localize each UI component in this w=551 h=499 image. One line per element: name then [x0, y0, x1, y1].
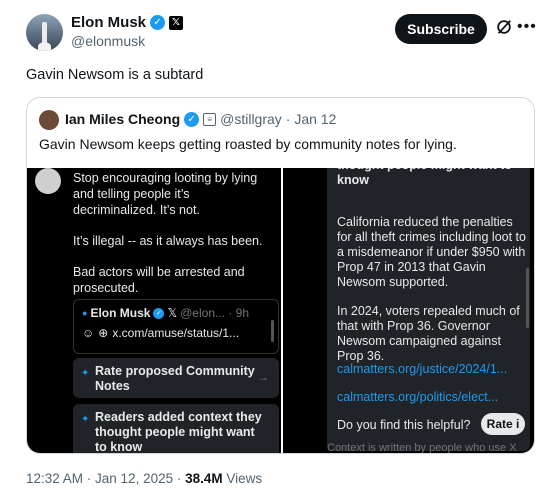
left-text-1: Stop encouraging looting by lying and te…	[73, 171, 258, 217]
affiliation-icon: ≡	[203, 112, 217, 126]
embed-handle: @elon... · 9h	[180, 306, 250, 320]
verified-badge-icon: ✓	[150, 15, 166, 30]
note-para-1: California reduced the penalties for all…	[337, 215, 526, 289]
embedded-tweet: ● Elon Musk ✓ 𝕏 @elon... · 9h ☺ ⊕ x.com/…	[73, 299, 279, 354]
x-affiliate-icon: 𝕏	[167, 306, 178, 320]
community-notes-icon: ✦	[81, 368, 90, 379]
screenshot-left: Stop encouraging looting by lying and te…	[27, 168, 281, 454]
left-text-3: Bad actors will be arrested and prosecut…	[73, 265, 245, 295]
embed-scrollbar	[271, 320, 274, 342]
left-text-2: It’s illegal -- as it always has been.	[73, 234, 263, 248]
embed-avatar-icon: ●	[82, 308, 88, 318]
quote-header: Ian Miles Cheong ✓ ≡ @stillgray · Jan 12	[65, 111, 336, 127]
note-header: thought people might want to know	[337, 168, 512, 187]
more-options-icon[interactable]: •••	[517, 18, 537, 36]
note-footer: Context is written by people who use X	[327, 442, 517, 454]
globe-icon: ⊕	[98, 326, 109, 340]
helpful-prompt: Do you find this helpful?	[337, 418, 471, 432]
embed-emoji-icon: ☺	[82, 326, 95, 340]
quote-author-handle: @stillgray	[220, 111, 282, 127]
note-para-2: In 2024, voters repealed much of that wi…	[337, 304, 520, 363]
note-link-1: calmatters.org/justice/2024/1...	[337, 362, 508, 376]
embed-name: Elon Musk	[90, 306, 151, 320]
rate-notes-box: ✦ Rate proposed Community Notes →	[73, 358, 279, 398]
embed-link: x.com/amuse/status/1...	[112, 326, 240, 340]
author-name[interactable]: Elon Musk	[71, 14, 146, 31]
note-link-2: calmatters.org/politics/elect...	[337, 390, 499, 404]
quote-date: · Jan 12	[285, 111, 337, 127]
tweet-text: Gavin Newsom is a subtard	[26, 67, 204, 83]
grok-icon[interactable]	[495, 18, 513, 36]
tweet-meta: 12:32 AM · Jan 12, 2025 · 38.4M Views	[26, 471, 262, 486]
screenshot-right: thought people might want to know Califo…	[283, 168, 534, 454]
quote-author-name: Ian Miles Cheong	[65, 111, 181, 127]
author-handle[interactable]: @elonmusk	[71, 33, 145, 49]
quote-text: Gavin Newsom keeps getting roasted by co…	[39, 136, 457, 152]
rate-notes-label: Rate proposed Community Notes	[95, 364, 255, 393]
author-name-row[interactable]: Elon Musk ✓ 𝕏	[71, 14, 184, 31]
quote-author-avatar	[39, 110, 59, 130]
rate-it-button: Rate i	[481, 413, 525, 435]
author-avatar[interactable]	[26, 14, 63, 51]
readers-context-box: ✦ Readers added context they thought peo…	[73, 404, 279, 454]
readers-context-label: Readers added context they thought peopl…	[95, 410, 262, 454]
x-affiliate-icon: 𝕏	[169, 15, 184, 30]
note-scrollbar	[526, 268, 529, 328]
verified-badge-icon: ✓	[184, 111, 200, 127]
quoted-tweet[interactable]: Ian Miles Cheong ✓ ≡ @stillgray · Jan 12…	[26, 97, 535, 454]
verified-badge-icon: ✓	[153, 307, 165, 319]
subscribe-button[interactable]: Subscribe	[395, 14, 487, 44]
view-count: 38.4M	[185, 471, 223, 486]
community-notes-icon: ✦	[81, 414, 90, 425]
views-label: Views	[222, 471, 263, 486]
arrow-right-icon: →	[257, 370, 269, 384]
newsom-avatar	[35, 168, 61, 194]
tweet-timestamp[interactable]: 12:32 AM · Jan 12, 2025 ·	[26, 471, 185, 486]
